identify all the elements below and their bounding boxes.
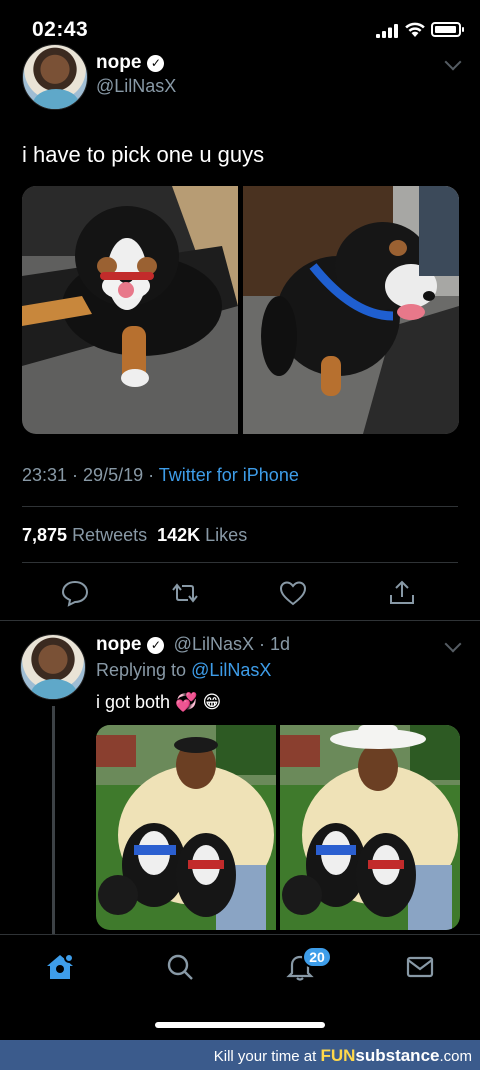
chevron-down-icon[interactable] (444, 635, 462, 653)
man-cowboy-hat-puppies-photo (280, 725, 460, 930)
reply-author-avatar[interactable] (20, 634, 86, 700)
retweets-stat[interactable]: 7,875 Retweets (22, 525, 147, 545)
watermark-bar: Kill your time at FUNsubstance.com (0, 1040, 480, 1070)
divider (0, 620, 480, 621)
divider (22, 562, 458, 563)
watermark-brand: FUNsubstance (320, 1046, 440, 1065)
tweet-text: i have to pick one u guys (22, 142, 265, 167)
reply-handle-time[interactable]: @LilNasX · 1d (174, 634, 290, 654)
cellular-signal-icon (376, 24, 398, 38)
verified-badge-icon: ✓ (147, 55, 165, 72)
retweet-icon[interactable] (170, 578, 200, 608)
battery-tip (462, 27, 464, 32)
tweet-photo-2[interactable] (243, 186, 459, 434)
author-avatar[interactable] (22, 44, 88, 110)
tweet-timestamp: 23:31 · 29/5/19 · Twitter for iPhone (22, 465, 299, 485)
status-time: 02:43 (32, 18, 89, 41)
puppy-photo-blue-collar (243, 186, 459, 434)
tweet-stats: 7,875 Retweets 142K Likes (22, 525, 247, 546)
home-indicator[interactable] (155, 1022, 325, 1028)
tweet-source-link[interactable]: Twitter for iPhone (159, 465, 299, 485)
divider (22, 506, 458, 507)
tweet-photo-1[interactable] (22, 186, 238, 434)
battery-icon (431, 22, 461, 37)
watermark-text: Kill your time at FUNsubstance.com (213, 1046, 472, 1065)
reply-author-name[interactable]: nope ✓ @LilNasX · 1d (96, 634, 290, 656)
like-icon[interactable] (278, 578, 308, 608)
replying-to-link[interactable]: @LilNasX (191, 660, 271, 680)
search-icon[interactable] (164, 951, 196, 983)
share-icon[interactable] (387, 578, 417, 608)
replying-to: Replying to @LilNasX (96, 660, 272, 680)
home-icon[interactable] (44, 951, 76, 983)
author-handle[interactable]: @LilNasX (96, 76, 176, 97)
puppy-photo-red-collar (22, 186, 238, 434)
man-with-puppies-photo (96, 725, 276, 930)
reply-text: i got both 💞 😁 (96, 692, 222, 712)
reply-photo-1[interactable] (96, 725, 276, 930)
tweet-media[interactable] (22, 186, 459, 434)
likes-stat[interactable]: 142K Likes (157, 525, 247, 545)
verified-badge-icon: ✓ (147, 637, 165, 654)
reply-photo-2[interactable] (280, 725, 460, 930)
reply-icon[interactable] (60, 578, 90, 608)
status-bar: 02:43 (0, 0, 480, 56)
thread-line (52, 706, 55, 936)
emoji-text: 💞 😁 (175, 692, 222, 712)
author-name[interactable]: nope ✓ (96, 52, 165, 74)
wifi-icon (405, 22, 425, 37)
notifications-badge: 20 (302, 946, 332, 968)
reply-media[interactable] (96, 725, 460, 930)
chevron-down-icon[interactable] (444, 53, 462, 71)
messages-icon[interactable] (404, 951, 436, 983)
